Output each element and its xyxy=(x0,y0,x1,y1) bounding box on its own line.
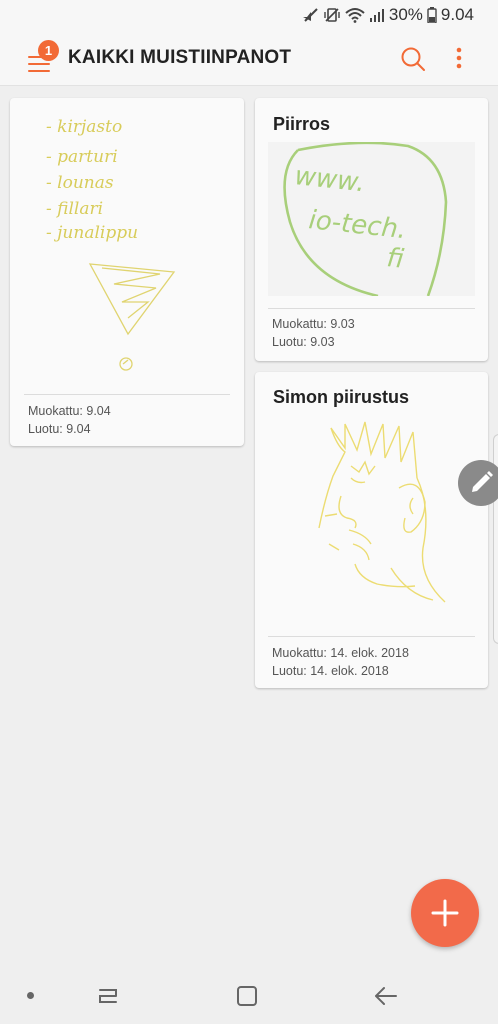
divider xyxy=(24,394,230,395)
search-button[interactable] xyxy=(398,44,428,74)
note-thumbnail xyxy=(295,418,455,608)
search-icon xyxy=(398,47,428,78)
note-thumbnail: www. io-tech. fi xyxy=(268,141,475,298)
note-card[interactable]: - kirjasto - parturi - lounas - fillari … xyxy=(10,98,244,446)
app-bar: 1 KAIKKI MUISTIINPANOT xyxy=(0,30,498,86)
note-modified: Muokattu: 14. elok. 2018 xyxy=(272,646,409,660)
note-thumbnail: - kirjasto - parturi - lounas - fillari … xyxy=(10,98,244,388)
face-sketch xyxy=(318,421,446,603)
handwriting-line: - kirjasto xyxy=(46,117,122,137)
dot-icon[interactable] xyxy=(27,992,34,999)
divider xyxy=(268,636,475,637)
more-vert-icon xyxy=(446,47,472,78)
note-created: Luotu: 9.03 xyxy=(272,335,335,349)
pen-button[interactable] xyxy=(458,460,498,506)
note-card[interactable]: Piirros www. io-tech. fi Muokattu: 9.03 … xyxy=(255,98,488,361)
page-title: KAIKKI MUISTIINPANOT xyxy=(68,47,292,68)
menu-button[interactable]: 1 xyxy=(22,40,62,80)
home-button[interactable] xyxy=(234,983,260,1009)
navigation-bar xyxy=(0,964,498,1024)
add-note-button[interactable] xyxy=(411,879,479,947)
home-icon xyxy=(234,986,260,1013)
note-modified: Muokattu: 9.04 xyxy=(28,404,111,418)
note-title: Simon piirustus xyxy=(273,387,410,407)
divider xyxy=(268,308,475,309)
handwriting-line: - fillari xyxy=(46,199,103,219)
handwriting-line: io-tech. xyxy=(307,205,407,245)
funnel-sketch xyxy=(88,263,176,371)
recents-icon xyxy=(94,989,122,1012)
clock: 9.04 xyxy=(440,5,474,24)
note-card[interactable]: Simon piirustus Muokattu: 14. elok. 2018… xyxy=(255,372,488,688)
vibrate-icon xyxy=(323,7,341,23)
battery-percent: 30% xyxy=(388,5,423,24)
recents-button[interactable] xyxy=(94,984,122,1008)
mute-icon xyxy=(301,7,319,23)
back-icon xyxy=(372,987,400,1014)
more-options-button[interactable] xyxy=(446,44,472,74)
handwriting-line: - parturi xyxy=(46,147,118,167)
status-bar: 30% 9.04 xyxy=(0,0,498,30)
handwriting-line: fi xyxy=(385,243,405,275)
note-created: Luotu: 14. elok. 2018 xyxy=(272,664,389,678)
notification-badge: 1 xyxy=(38,40,59,61)
handwriting-line: www. xyxy=(293,161,366,198)
battery-icon xyxy=(427,7,437,23)
back-button[interactable] xyxy=(372,982,400,1010)
handwriting-line: - junalippu xyxy=(46,223,138,243)
note-modified: Muokattu: 9.03 xyxy=(272,317,355,331)
note-created: Luotu: 9.04 xyxy=(28,422,91,436)
note-title: Piirros xyxy=(273,114,331,134)
signal-icon xyxy=(369,7,385,23)
handwriting-line: - lounas xyxy=(46,173,114,193)
wifi-icon xyxy=(345,7,365,23)
